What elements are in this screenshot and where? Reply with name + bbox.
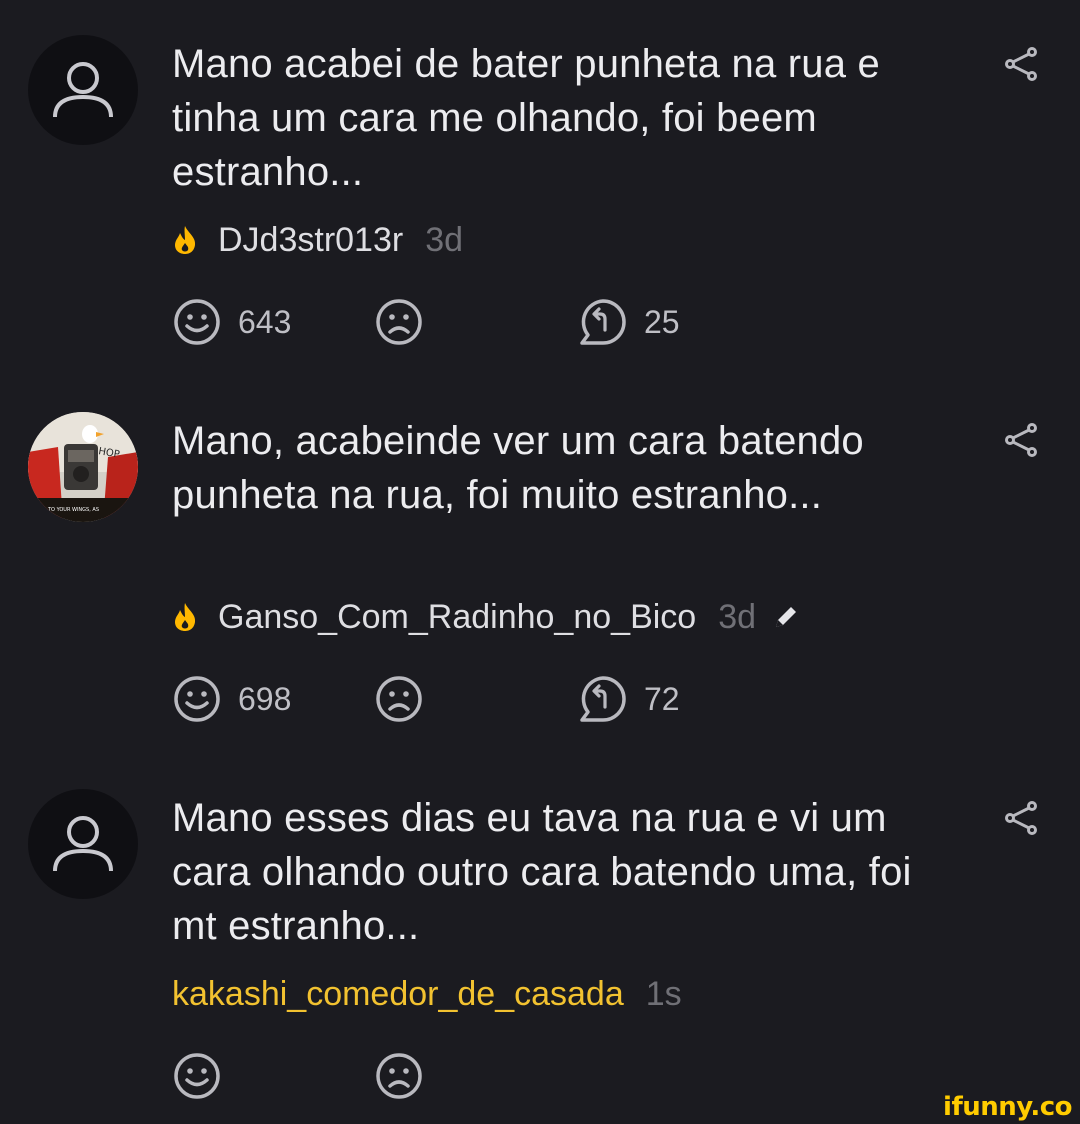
username[interactable]: Ganso_Com_Radinho_no_Bico	[218, 598, 696, 637]
username[interactable]: kakashi_comedor_de_casada	[172, 975, 624, 1014]
frown-icon	[376, 1053, 422, 1099]
default-user-icon	[53, 816, 113, 872]
reply-count: 72	[644, 680, 680, 717]
comment-meta: kakashi_comedor_de_casada 1s	[172, 972, 682, 1016]
smile-button[interactable]	[172, 1050, 222, 1102]
comment-actions: 643 25	[172, 296, 772, 348]
frown-icon	[376, 676, 422, 722]
smile-icon	[174, 1053, 220, 1099]
avatar[interactable]: HOP TO YOUR WINGS, AS	[28, 412, 138, 522]
comment-actions: 698 72	[172, 673, 772, 725]
watermark: ifunny.co	[943, 1092, 1072, 1122]
fire-icon	[175, 226, 196, 254]
comment-text: Mano esses dias eu tava na rua e vi um c…	[172, 796, 912, 948]
comment-text: Mano acabei de bater punheta na rua e ti…	[172, 42, 880, 194]
smile-icon	[174, 299, 220, 345]
timestamp: 1s	[645, 974, 682, 1013]
comment-meta: Ganso_Com_Radinho_no_Bico 3d	[172, 595, 800, 639]
comment-actions	[172, 1050, 772, 1102]
default-user-icon	[53, 62, 113, 118]
avatar[interactable]	[28, 35, 138, 145]
reply-icon	[580, 299, 626, 345]
avatar[interactable]	[28, 789, 138, 899]
reply-button[interactable]: 72	[578, 673, 680, 725]
smile-icon	[174, 676, 220, 722]
smile-count: 698	[238, 680, 292, 717]
reply-count: 25	[644, 303, 680, 340]
unsmile-button[interactable]	[374, 673, 424, 725]
timestamp: 3d	[718, 597, 757, 636]
svg-text:TO YOUR WINGS, AS: TO YOUR WINGS, AS	[47, 507, 99, 513]
share-icon[interactable]	[1003, 46, 1039, 82]
pencil-icon	[776, 607, 797, 627]
reply-button[interactable]: 25	[578, 296, 680, 348]
username[interactable]: DJd3str013r	[218, 221, 403, 260]
timestamp: 3d	[425, 220, 464, 259]
smile-button[interactable]: 643	[172, 296, 291, 348]
smile-count: 643	[238, 303, 292, 340]
comment-meta: DJd3str013r 3d	[172, 218, 463, 262]
unsmile-button[interactable]	[374, 296, 424, 348]
frown-icon	[376, 299, 422, 345]
share-icon[interactable]	[1003, 800, 1039, 836]
share-icon[interactable]	[1003, 422, 1039, 458]
goose-radio-picture: HOP TO YOUR WINGS, AS	[28, 412, 138, 522]
unsmile-button[interactable]	[374, 1050, 424, 1102]
reply-icon	[580, 676, 626, 722]
smile-button[interactable]: 698	[172, 673, 291, 725]
fire-icon	[175, 603, 196, 631]
comment-text: Mano, acabeinde ver um cara batendo punh…	[172, 419, 864, 517]
